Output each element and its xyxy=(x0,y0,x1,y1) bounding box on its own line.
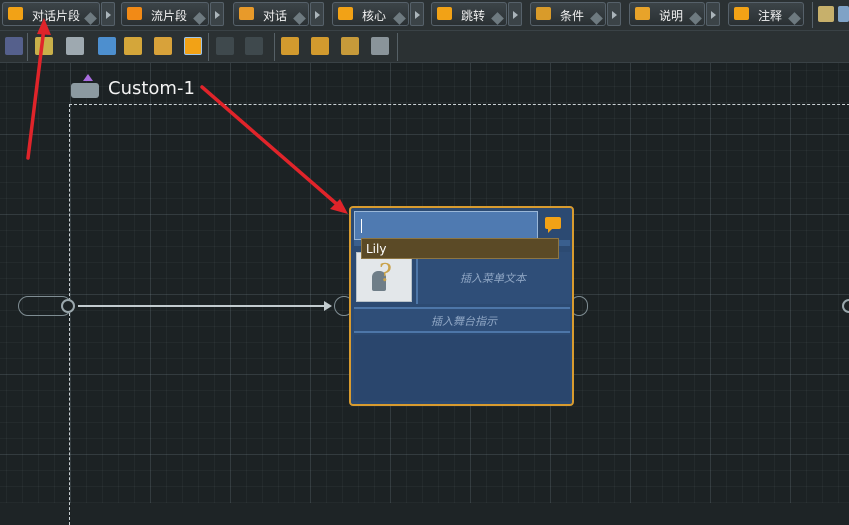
flow-fragment-button[interactable]: 流片段 xyxy=(121,2,209,26)
hub-button[interactable]: 核心 xyxy=(332,2,409,26)
edit-toolbar xyxy=(0,31,849,63)
dialogue-dropdown[interactable] xyxy=(310,2,324,26)
drag-handle-icon xyxy=(393,12,406,25)
menu-text-field[interactable]: 插入菜单文本 xyxy=(416,252,571,304)
pull-together-icon[interactable] xyxy=(245,37,263,55)
drag-handle-icon xyxy=(788,12,801,25)
comment-icon xyxy=(734,7,749,20)
node-creation-toolbar: 对话片段 流片段 对话 核心 跳转 条件 说明 注释 xyxy=(0,0,849,31)
flow-canvas[interactable]: Custom-1 ? 插入菜单文本 插入舞台指示 xyxy=(0,63,849,525)
dialogue-fragment-icon xyxy=(8,7,23,20)
flow-title[interactable]: Custom-1 xyxy=(108,78,195,99)
instruction-label: 说明 xyxy=(659,9,684,23)
comment-button[interactable]: 注释 xyxy=(728,2,804,26)
jump-button[interactable]: 跳转 xyxy=(431,2,507,26)
toolbar-separator xyxy=(208,33,209,61)
stage-directions-placeholder: 插入舞台指示 xyxy=(431,315,497,328)
toolbar-separator xyxy=(397,33,398,61)
dialogue-fragment-label: 对话片段 xyxy=(32,9,81,23)
autocomplete-item[interactable]: Lily xyxy=(366,242,386,256)
jump-icon xyxy=(437,7,452,20)
text-cursor xyxy=(361,219,362,233)
condition-dropdown[interactable] xyxy=(607,2,621,26)
toolbar-separator xyxy=(812,2,813,28)
drag-handle-icon xyxy=(84,12,97,25)
move-up-icon[interactable] xyxy=(311,37,329,55)
speaker-autocomplete-list: Lily xyxy=(361,238,559,259)
move-down-icon[interactable] xyxy=(341,37,359,55)
jump-dropdown[interactable] xyxy=(508,2,522,26)
insert-node-icon[interactable] xyxy=(184,37,202,55)
drag-handle-icon xyxy=(293,12,306,25)
toolbar-separator xyxy=(274,33,275,61)
dialogue-button[interactable]: 对话 xyxy=(233,2,309,26)
toolbar-separator xyxy=(27,33,28,61)
flow-fragment-dropdown[interactable] xyxy=(210,2,224,26)
input-pin-connector[interactable] xyxy=(61,299,75,313)
paint-icon[interactable] xyxy=(98,37,116,55)
instruction-button[interactable]: 说明 xyxy=(629,2,705,26)
hub-dropdown[interactable] xyxy=(410,2,424,26)
drag-handle-icon xyxy=(590,12,603,25)
question-mark-icon: ? xyxy=(379,259,392,287)
flow-fragment-label: 流片段 xyxy=(151,9,188,23)
overflow-icon[interactable] xyxy=(838,6,849,22)
tree-icon[interactable] xyxy=(154,37,172,55)
condition-label: 条件 xyxy=(560,9,585,23)
menu-text-placeholder: 插入菜单文本 xyxy=(460,272,526,285)
connection-line[interactable] xyxy=(78,305,326,307)
template-icon[interactable] xyxy=(818,6,834,22)
flow-fragment-up-icon[interactable] xyxy=(71,74,99,98)
condition-icon xyxy=(536,7,551,20)
dialogue-text-field[interactable] xyxy=(354,335,570,401)
instruction-dropdown[interactable] xyxy=(706,2,720,26)
jump-label: 跳转 xyxy=(461,9,486,23)
hub-label: 核心 xyxy=(362,9,387,23)
condition-button[interactable]: 条件 xyxy=(530,2,606,26)
group-icon[interactable] xyxy=(35,37,53,55)
drag-handle-icon xyxy=(193,12,206,25)
flow-fragment-icon xyxy=(127,7,142,20)
drag-handle-icon xyxy=(491,12,504,25)
dialogue-fragment-node[interactable]: ? 插入菜单文本 插入舞台指示 xyxy=(349,206,574,406)
bring-forward-icon[interactable] xyxy=(281,37,299,55)
output-pin-connector[interactable] xyxy=(842,299,849,313)
hub-icon xyxy=(338,7,353,20)
speaker-input[interactable] xyxy=(354,211,538,240)
instruction-icon xyxy=(635,7,650,20)
dialogue-fragment-icon xyxy=(545,217,561,233)
snippet-icon[interactable] xyxy=(66,37,84,55)
comment-label: 注释 xyxy=(758,9,783,23)
stage-directions-field[interactable]: 插入舞台指示 xyxy=(354,307,570,333)
select-all-icon[interactable] xyxy=(5,37,23,55)
dialogue-label: 对话 xyxy=(263,9,288,23)
hierarchy-icon[interactable] xyxy=(124,37,142,55)
drag-handle-icon xyxy=(689,12,702,25)
dialogue-icon xyxy=(239,7,254,20)
dialogue-fragment-button[interactable]: 对话片段 xyxy=(2,2,100,26)
dialogue-fragment-dropdown[interactable] xyxy=(101,2,115,26)
send-backward-icon[interactable] xyxy=(371,37,389,55)
speaker-portrait[interactable]: ? xyxy=(356,252,412,302)
connection-arrowhead xyxy=(324,301,332,311)
spread-apart-icon[interactable] xyxy=(216,37,234,55)
